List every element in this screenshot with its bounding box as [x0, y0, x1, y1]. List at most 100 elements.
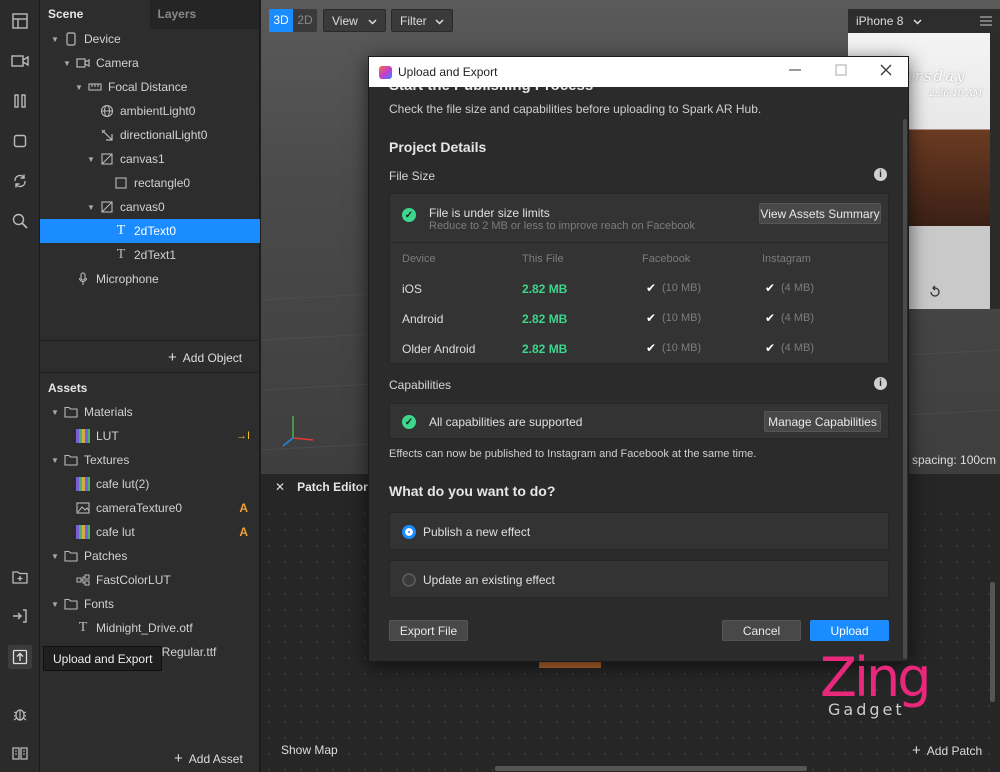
- asset-folder-textures[interactable]: ▼ Textures: [40, 448, 260, 472]
- table-header: Device: [402, 253, 436, 265]
- chevron-down-icon[interactable]: ▼: [86, 155, 96, 164]
- file-size-card: ✓ File is under size limits Reduce to 2 …: [389, 193, 889, 364]
- rectangle-icon: [114, 176, 128, 190]
- tree-item-2dtext1[interactable]: T 2dText1: [40, 243, 260, 267]
- size-hint-text: Reduce to 2 MB or less to improve reach …: [429, 220, 695, 232]
- square-icon[interactable]: [8, 129, 32, 153]
- asset-item-lut[interactable]: LUT →I: [40, 424, 260, 448]
- show-map-button[interactable]: Show Map: [281, 743, 338, 757]
- asset-item-camera-texture[interactable]: cameraTexture0 A: [40, 496, 260, 520]
- chevron-down-icon[interactable]: ▼: [50, 408, 60, 417]
- tree-item-ambient-light[interactable]: ambientLight0: [40, 99, 260, 123]
- chevron-down-icon[interactable]: ▼: [62, 59, 72, 68]
- plus-icon: +: [174, 750, 183, 767]
- export-file-button[interactable]: Export File: [389, 620, 468, 641]
- tree-item-canvas0[interactable]: ▼ canvas0: [40, 195, 260, 219]
- asset-label: cafe lut: [96, 525, 135, 539]
- manage-capabilities-button[interactable]: Manage Capabilities: [764, 411, 881, 432]
- layout-icon[interactable]: [8, 9, 32, 33]
- asset-folder-patches[interactable]: ▼ Patches: [40, 544, 260, 568]
- tree-item-label: Device: [84, 32, 121, 46]
- bug-icon[interactable]: [8, 702, 32, 726]
- asset-item-cafe-lut-2[interactable]: cafe lut(2): [40, 472, 260, 496]
- tree-item-2dtext0[interactable]: T 2dText0: [40, 219, 260, 243]
- chevron-down-icon[interactable]: ▼: [50, 456, 60, 465]
- asset-item-midnight-drive[interactable]: T Midnight_Drive.otf: [40, 616, 260, 640]
- upload-icon[interactable]: [8, 645, 32, 669]
- chevron-down-icon[interactable]: ▼: [74, 83, 84, 92]
- close-icon[interactable]: [880, 64, 892, 79]
- dialog-scrollbar[interactable]: [903, 119, 907, 659]
- sync-icon[interactable]: [8, 169, 32, 193]
- tree-item-directional-light[interactable]: directionalLight0: [40, 123, 260, 147]
- view-dropdown[interactable]: View: [323, 9, 386, 32]
- row-facebook-limit: (10 MB): [662, 282, 702, 294]
- tree-item-device[interactable]: ▼ Device: [40, 27, 260, 51]
- asset-item-fastcolorlut[interactable]: FastColorLUT: [40, 568, 260, 592]
- menu-icon[interactable]: [980, 16, 992, 26]
- device-selector[interactable]: iPhone 8: [848, 9, 1000, 33]
- chevron-down-icon[interactable]: ▼: [50, 35, 60, 44]
- view-assets-summary-button[interactable]: View Assets Summary: [759, 203, 881, 224]
- folder-icon: [64, 453, 78, 467]
- table-row: Android 2.82 MB ✔ (10 MB) ✔ (4 MB): [390, 304, 888, 334]
- chevron-down-icon[interactable]: ▼: [86, 203, 96, 212]
- patch-icon: [76, 573, 90, 587]
- asset-folder-fonts[interactable]: ▼ Fonts: [40, 592, 260, 616]
- maximize-icon[interactable]: [835, 64, 847, 79]
- option-new-label: Publish a new effect: [423, 525, 531, 539]
- horizontal-scrollbar[interactable]: [495, 766, 807, 771]
- 2d-mode-button[interactable]: 2D: [293, 9, 317, 32]
- tree-item-label: canvas0: [120, 200, 165, 214]
- row-size: 2.82 MB: [522, 282, 568, 296]
- radio-selected[interactable]: [402, 525, 416, 539]
- phone-icon: [64, 32, 78, 46]
- dialog-intro: Check the file size and capabilities bef…: [389, 102, 762, 116]
- cancel-button[interactable]: Cancel: [722, 620, 801, 641]
- pause-icon[interactable]: [8, 89, 32, 113]
- tree-item-rectangle0[interactable]: rectangle0: [40, 171, 260, 195]
- search-icon[interactable]: [8, 209, 32, 233]
- add-patch-label: Add Patch: [926, 743, 983, 758]
- add-asset-button[interactable]: + Add Asset: [174, 750, 243, 767]
- book-icon[interactable]: [8, 741, 32, 765]
- add-folder-icon[interactable]: [8, 565, 32, 589]
- tree-item-canvas1[interactable]: ▼ canvas1: [40, 147, 260, 171]
- vertical-scrollbar[interactable]: [990, 582, 995, 702]
- video-icon[interactable]: [8, 49, 32, 73]
- table-row: Older Android 2.82 MB ✔ (10 MB) ✔ (4 MB): [390, 334, 888, 364]
- tree-item-label: canvas1: [120, 152, 165, 166]
- asset-item-cafe-lut[interactable]: cafe lut A: [40, 520, 260, 544]
- option-update-existing[interactable]: Update an existing effect: [389, 560, 889, 598]
- texture-icon: [76, 525, 90, 539]
- tree-item-camera[interactable]: ▼ Camera: [40, 51, 260, 75]
- import-icon[interactable]: [8, 604, 32, 628]
- tree-item-label: rectangle0: [134, 176, 191, 190]
- radio-unselected[interactable]: [402, 573, 416, 587]
- info-icon[interactable]: i: [874, 168, 887, 181]
- filter-dropdown[interactable]: Filter: [391, 9, 453, 32]
- info-icon[interactable]: i: [874, 377, 887, 390]
- add-patch-button[interactable]: + Add Patch: [912, 742, 982, 759]
- 3d-mode-button[interactable]: 3D: [269, 9, 293, 32]
- rotate-camera-icon[interactable]: [928, 285, 942, 302]
- device-label: iPhone 8: [856, 14, 904, 28]
- minimize-icon[interactable]: [789, 64, 801, 79]
- watermark-logo: Zing Gadget: [820, 650, 931, 720]
- upload-export-dialog: Upload and Export Start the Publishing P…: [368, 56, 909, 662]
- close-icon[interactable]: ✕: [275, 480, 285, 494]
- tree-item-focal-distance[interactable]: ▼ Focal Distance: [40, 75, 260, 99]
- material-icon: [76, 429, 90, 443]
- tree-item-microphone[interactable]: Microphone: [40, 267, 260, 291]
- upload-button[interactable]: Upload: [810, 620, 889, 641]
- asset-folder-materials[interactable]: ▼ Materials: [40, 400, 260, 424]
- option-publish-new[interactable]: Publish a new effect: [389, 512, 889, 550]
- asset-label: Materials: [84, 405, 133, 419]
- chevron-down-icon[interactable]: ▼: [50, 600, 60, 609]
- row-size: 2.82 MB: [522, 342, 568, 356]
- tab-scene[interactable]: Scene: [40, 0, 150, 29]
- add-object-button[interactable]: + Add Object: [168, 349, 242, 366]
- check-icon: ✔: [646, 311, 657, 325]
- tab-layers[interactable]: Layers: [150, 0, 260, 29]
- chevron-down-icon[interactable]: ▼: [50, 552, 60, 561]
